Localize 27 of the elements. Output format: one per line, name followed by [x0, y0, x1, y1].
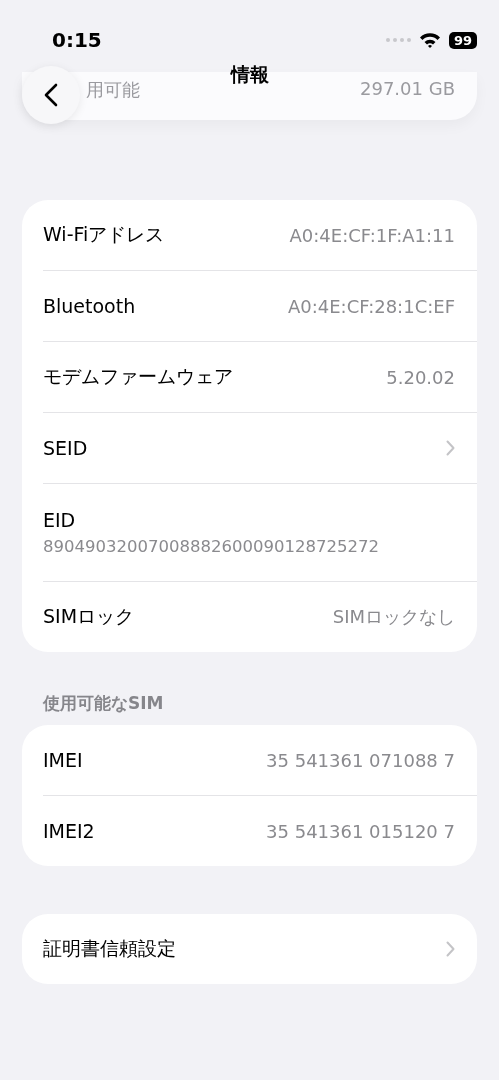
- row-value: 297.01 GB: [360, 78, 455, 99]
- chevron-icon: [446, 440, 455, 456]
- battery-level: 99: [448, 31, 477, 49]
- row-label: 用可能: [86, 78, 140, 102]
- row-label: IMEI2: [43, 820, 95, 842]
- wifi-icon: [418, 32, 441, 48]
- row-label: SIMロック: [43, 604, 135, 629]
- signal-icon: [384, 37, 411, 43]
- row-value: 35 541361 015120 7: [266, 820, 455, 842]
- row-label: Bluetooth: [43, 295, 136, 317]
- row-value: SIMロックなし: [332, 605, 455, 629]
- chevron-icon: [446, 941, 455, 957]
- row-label: IMEI: [43, 749, 83, 771]
- status-time: 0:15: [52, 28, 102, 52]
- row-value: A0:4E:CF:1F:A1:11: [289, 224, 455, 246]
- row-value: 89049032007008882600090128725272: [43, 537, 379, 556]
- row-value: 5.20.02: [386, 366, 455, 388]
- row-label: Wi-Fiアドレス: [43, 222, 165, 247]
- row-label: モデムファームウェア: [43, 364, 233, 389]
- page-title: 情報: [229, 62, 270, 87]
- row-label: EID: [43, 509, 76, 531]
- row-value: A0:4E:CF:28:1C:EF: [287, 295, 455, 317]
- settings-row[interactable]: 証明書信頼設定: [43, 914, 477, 984]
- settings-row[interactable]: SEID: [43, 413, 477, 483]
- row-value: 35 541361 071088 7: [266, 749, 455, 771]
- back-icon: [44, 83, 58, 107]
- section-header: 使用可能なSIM: [42, 692, 165, 715]
